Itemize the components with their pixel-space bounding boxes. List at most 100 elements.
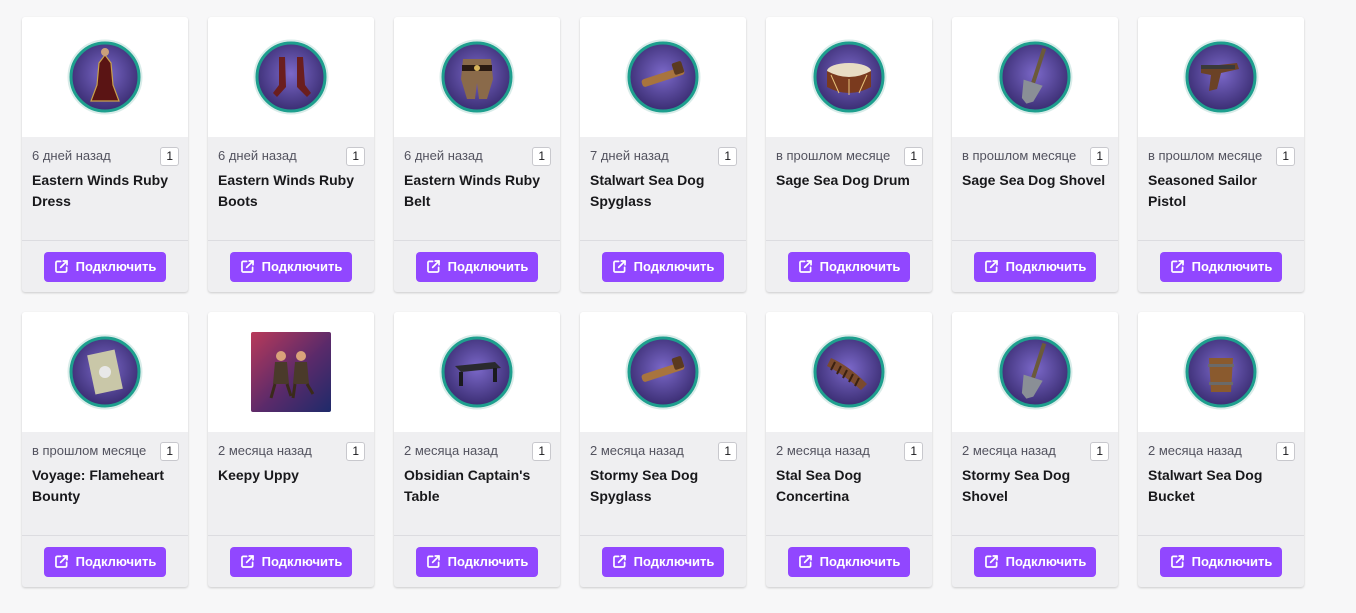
- received-age: в прошлом месяце: [962, 148, 1077, 163]
- item-thumbnail: emote-image-icon: [208, 312, 374, 432]
- connect-button[interactable]: Подключить: [787, 251, 911, 282]
- item-title: Keepy Uppy: [218, 467, 299, 483]
- external-link-icon: [611, 553, 628, 570]
- drop-card: spyglass-icon 2 месяца назад 1 Stormy Se…: [580, 312, 746, 587]
- connect-button[interactable]: Подключить: [973, 546, 1097, 577]
- item-thumbnail: ruby-boots-icon: [208, 17, 374, 137]
- connect-button-label: Подключить: [1191, 259, 1273, 274]
- connect-button[interactable]: Подключить: [973, 251, 1097, 282]
- item-meta: 6 дней назад 1 Eastern Winds Ruby Dress: [22, 137, 188, 241]
- item-thumbnail: bounty-scroll-icon: [22, 312, 188, 432]
- quantity-badge: 1: [160, 442, 179, 461]
- connect-button-label: Подключить: [75, 554, 157, 569]
- item-thumbnail: bucket-icon: [1138, 312, 1304, 432]
- item-image: [65, 37, 145, 117]
- item-image: [251, 37, 331, 117]
- connect-button[interactable]: Подключить: [415, 251, 539, 282]
- item-action: Подключить: [952, 536, 1118, 587]
- item-action: Подключить: [208, 536, 374, 587]
- connect-button[interactable]: Подключить: [601, 546, 725, 577]
- item-meta: 2 месяца назад 1 Keepy Uppy: [208, 432, 374, 536]
- item-action: Подключить: [22, 536, 188, 587]
- quantity-badge: 1: [718, 147, 737, 166]
- quantity-badge: 1: [1276, 147, 1295, 166]
- item-thumbnail: ruby-belt-icon: [394, 17, 560, 137]
- drop-card: shovel-icon в прошлом месяце 1 Sage Sea …: [952, 17, 1118, 292]
- quantity-badge: 1: [346, 147, 365, 166]
- quantity-badge: 1: [1276, 442, 1295, 461]
- item-image: [437, 332, 517, 412]
- connect-button-label: Подключить: [819, 259, 901, 274]
- item-meta: 2 месяца назад 1 Stormy Sea Dog Shovel: [952, 432, 1118, 536]
- item-image: [65, 332, 145, 412]
- item-thumbnail: shovel-icon: [952, 17, 1118, 137]
- item-action: Подключить: [394, 241, 560, 292]
- received-age: 2 месяца назад: [404, 443, 498, 458]
- item-title: Stormy Sea Dog Shovel: [962, 467, 1071, 504]
- quantity-badge: 1: [1090, 442, 1109, 461]
- external-link-icon: [239, 258, 256, 275]
- item-meta: в прошлом месяце 1 Voyage: Flameheart Bo…: [22, 432, 188, 536]
- item-action: Подключить: [580, 536, 746, 587]
- drop-card: pistol-icon в прошлом месяце 1 Seasoned …: [1138, 17, 1304, 292]
- connect-button[interactable]: Подключить: [43, 251, 167, 282]
- external-link-icon: [983, 553, 1000, 570]
- external-link-icon: [797, 553, 814, 570]
- item-meta: 2 месяца назад 1 Obsidian Captain's Tabl…: [394, 432, 560, 536]
- item-image: [1181, 37, 1261, 117]
- item-image: [809, 37, 889, 117]
- item-image: [995, 37, 1075, 117]
- item-title: Stormy Sea Dog Spyglass: [590, 467, 699, 504]
- item-image: [251, 332, 331, 412]
- item-title: Seasoned Sailor Pistol: [1148, 172, 1257, 209]
- item-image: [623, 37, 703, 117]
- received-age: 2 месяца назад: [776, 443, 870, 458]
- external-link-icon: [1169, 553, 1186, 570]
- connect-button[interactable]: Подключить: [415, 546, 539, 577]
- quantity-badge: 1: [904, 442, 923, 461]
- drop-card: ruby-boots-icon 6 дней назад 1 Eastern W…: [208, 17, 374, 292]
- item-thumbnail: spyglass-icon: [580, 312, 746, 432]
- connect-button[interactable]: Подключить: [1159, 546, 1283, 577]
- item-thumbnail: drum-icon: [766, 17, 932, 137]
- connect-button[interactable]: Подключить: [229, 251, 353, 282]
- connect-button[interactable]: Подключить: [1159, 251, 1283, 282]
- item-thumbnail: pistol-icon: [1138, 17, 1304, 137]
- quantity-badge: 1: [904, 147, 923, 166]
- item-title: Stal Sea Dog Concertina: [776, 467, 862, 504]
- drop-card: bucket-icon 2 месяца назад 1 Stalwart Se…: [1138, 312, 1304, 587]
- item-title: Eastern Winds Ruby Belt: [404, 172, 541, 209]
- external-link-icon: [425, 553, 442, 570]
- item-image: [995, 332, 1075, 412]
- item-action: Подключить: [580, 241, 746, 292]
- item-meta: 6 дней назад 1 Eastern Winds Ruby Boots: [208, 137, 374, 241]
- connect-button[interactable]: Подключить: [787, 546, 911, 577]
- external-link-icon: [983, 258, 1000, 275]
- item-meta: 2 месяца назад 1 Stal Sea Dog Concertina: [766, 432, 932, 536]
- item-action: Подключить: [394, 536, 560, 587]
- connect-button-label: Подключить: [1005, 554, 1087, 569]
- external-link-icon: [611, 258, 628, 275]
- external-link-icon: [425, 258, 442, 275]
- connect-button[interactable]: Подключить: [229, 546, 353, 577]
- connect-button-label: Подключить: [261, 259, 343, 274]
- item-image: [809, 332, 889, 412]
- item-action: Подключить: [766, 536, 932, 587]
- drop-card: shovel-icon 2 месяца назад 1 Stormy Sea …: [952, 312, 1118, 587]
- item-thumbnail: table-icon: [394, 312, 560, 432]
- quantity-badge: 1: [718, 442, 737, 461]
- connect-button-label: Подключить: [75, 259, 157, 274]
- external-link-icon: [53, 553, 70, 570]
- received-age: в прошлом месяце: [1148, 148, 1263, 163]
- item-title: Obsidian Captain's Table: [404, 467, 531, 504]
- item-thumbnail: concertina-icon: [766, 312, 932, 432]
- connect-button-label: Подключить: [1191, 554, 1273, 569]
- connect-button[interactable]: Подключить: [601, 251, 725, 282]
- item-action: Подключить: [22, 241, 188, 292]
- connect-button-label: Подключить: [633, 259, 715, 274]
- connect-button[interactable]: Подключить: [43, 546, 167, 577]
- item-meta: в прошлом месяце 1 Sage Sea Dog Drum: [766, 137, 932, 241]
- item-meta: 2 месяца назад 1 Stormy Sea Dog Spyglass: [580, 432, 746, 536]
- external-link-icon: [1169, 258, 1186, 275]
- item-meta: в прошлом месяце 1 Sage Sea Dog Shovel: [952, 137, 1118, 241]
